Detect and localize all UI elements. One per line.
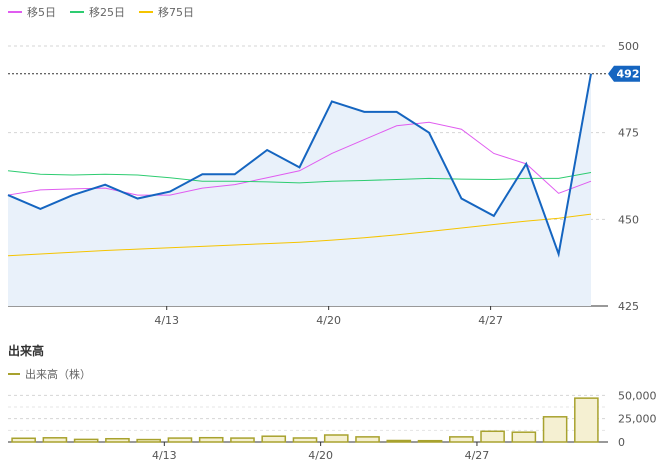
y-tick-label: 475 (618, 127, 639, 140)
volume-bar (198, 436, 224, 443)
volume-bar (511, 431, 537, 443)
last-price-badge-label: 492 (617, 68, 640, 81)
volume-bar (292, 437, 318, 443)
y-tick-label: 450 (618, 213, 639, 226)
x-tick-label: 4/20 (316, 314, 341, 327)
volume-bar (480, 430, 505, 443)
volume-bar (261, 435, 287, 443)
price-area (8, 73, 591, 306)
volume-y-tick-label: 50,000 (618, 389, 657, 402)
volume-bar (105, 437, 130, 443)
volume-bar (323, 434, 349, 443)
y-tick-label: 425 (618, 300, 639, 313)
volume-bar (167, 437, 193, 443)
volume-x-tick-label: 4/27 (465, 449, 490, 462)
volume-x-tick-label: 4/20 (308, 449, 333, 462)
chart-svg: 425 450 475 500 4/13 4/20 4/27 492 0 25,000 50,000… (7, 40, 657, 462)
volume-bar (73, 438, 99, 443)
volume-bar (230, 437, 255, 443)
volume-bar (574, 397, 599, 443)
y-tick-label: 500 (618, 40, 639, 53)
volume-bar (11, 437, 36, 443)
volume-bar (355, 436, 380, 443)
volume-bar (386, 439, 412, 443)
volume-bar (542, 416, 568, 443)
volume-bar (42, 437, 68, 443)
volume-y-tick-label: 0 (618, 436, 625, 449)
x-tick-label: 4/13 (154, 314, 179, 327)
volume-bar (448, 436, 474, 443)
x-tick-label: 4/27 (478, 314, 503, 327)
volume-y-tick-label: 25,000 (618, 413, 657, 426)
volume-bar (136, 438, 162, 443)
chart-root: 移5日 移25日 移75日 出来高 出来高（株） 425 450 475 500 4/1… (0, 0, 659, 462)
volume-bar (417, 439, 443, 443)
volume-x-tick-label: 4/13 (152, 449, 177, 462)
